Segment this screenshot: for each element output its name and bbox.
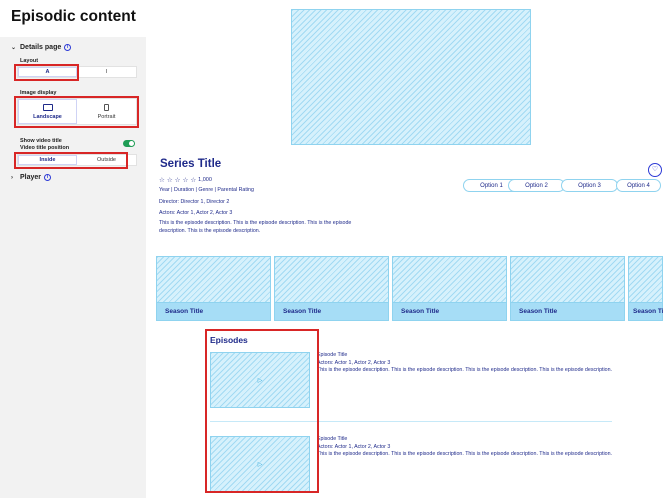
rating-row: ☆ ☆ ☆ ☆ ☆ 1,000 bbox=[159, 176, 212, 184]
image-display-label: Image display bbox=[20, 90, 57, 96]
episodes-heading: Episodes bbox=[210, 335, 248, 345]
star-icon[interactable]: ☆ bbox=[159, 176, 165, 184]
layout-option-i[interactable]: I bbox=[77, 67, 136, 77]
episode-actors: Actors: Actor 1, Actor 2, Actor 3 bbox=[317, 359, 391, 366]
season-image-placeholder bbox=[510, 256, 625, 303]
landscape-label: Landscape bbox=[33, 113, 62, 120]
details-page-section[interactable]: ⌄ Details page i bbox=[11, 44, 72, 51]
episode-divider bbox=[210, 421, 612, 422]
landscape-icon bbox=[42, 103, 53, 111]
star-icon[interactable]: ☆ bbox=[190, 176, 196, 184]
play-icon: ▷ bbox=[257, 377, 263, 384]
settings-sidebar: Episodic content ⌄ Details page i Layout… bbox=[0, 0, 146, 498]
option-2-button[interactable]: Option 2 bbox=[508, 179, 565, 192]
info-icon[interactable]: i bbox=[44, 174, 52, 181]
season-image-placeholder bbox=[628, 256, 663, 303]
image-display-segmented-control: Landscape Portrait bbox=[17, 98, 137, 125]
episode-thumbnail[interactable]: ▷ bbox=[210, 436, 310, 492]
layout-option-a[interactable]: A bbox=[18, 67, 77, 77]
series-title: Series Title bbox=[160, 158, 222, 170]
season-title: Season Title bbox=[274, 303, 389, 321]
layout-label: Layout bbox=[20, 58, 39, 64]
info-icon[interactable]: i bbox=[64, 44, 72, 51]
player-label: Player bbox=[20, 174, 42, 181]
chevron-right-icon: › bbox=[11, 174, 13, 181]
episode-description: This is the episode description. This is… bbox=[317, 451, 613, 458]
season-card[interactable]: Season Title bbox=[392, 256, 507, 321]
player-section[interactable]: › Player i bbox=[11, 174, 52, 181]
image-display-option-portrait[interactable]: Portrait bbox=[77, 99, 136, 124]
season-card[interactable]: Season Title bbox=[510, 256, 625, 321]
season-card[interactable]: Season Title bbox=[274, 256, 389, 321]
season-card[interactable]: Season Title bbox=[156, 256, 271, 321]
episode-title[interactable]: Episode Title bbox=[317, 352, 617, 360]
season-title: Season Title bbox=[156, 303, 271, 321]
episode-description: This is the episode description. This is… bbox=[317, 367, 613, 374]
play-icon: ▷ bbox=[257, 461, 263, 468]
hero-image-placeholder bbox=[291, 9, 531, 145]
sidebar-title: Episodic content bbox=[11, 8, 136, 25]
star-icon[interactable]: ☆ bbox=[175, 176, 181, 184]
season-image-placeholder bbox=[392, 256, 507, 303]
season-title: Season Title bbox=[510, 303, 625, 321]
show-video-title-toggle[interactable] bbox=[123, 140, 135, 147]
episode-thumbnail[interactable]: ▷ bbox=[210, 352, 310, 408]
portrait-icon bbox=[104, 103, 109, 111]
portrait-label: Portrait bbox=[97, 113, 116, 120]
star-icon[interactable]: ☆ bbox=[167, 176, 173, 184]
season-image-placeholder bbox=[156, 256, 271, 303]
episode-actors: Actors: Actor 1, Actor 2, Actor 3 bbox=[317, 443, 391, 450]
star-icon[interactable]: ☆ bbox=[182, 176, 188, 184]
sidebar-header: Episodic content bbox=[0, 0, 146, 37]
episode-details: Episode Title Actors: Actor 1, Actor 2, … bbox=[317, 436, 617, 459]
director-line: Director: Director 1, Director 2 bbox=[159, 199, 230, 205]
layout-segmented-control: A I bbox=[17, 66, 137, 78]
video-title-position-segmented-control: Inside Outside bbox=[17, 154, 137, 166]
option-3-button[interactable]: Option 3 bbox=[561, 179, 618, 192]
option-4-button[interactable]: Option 4 bbox=[616, 179, 661, 192]
heart-icon[interactable]: ♡ bbox=[648, 163, 662, 177]
video-title-position-label: Video title position bbox=[20, 145, 70, 151]
rating-count: 1,000 bbox=[198, 177, 212, 183]
series-description: This is the episode description. This is… bbox=[159, 220, 352, 234]
season-title: Season Title bbox=[628, 303, 663, 321]
video-title-position-option-outside[interactable]: Outside bbox=[77, 155, 136, 165]
image-display-option-landscape[interactable]: Landscape bbox=[18, 99, 77, 124]
details-page-label: Details page bbox=[20, 44, 62, 51]
episode-details: Episode Title Actors: Actor 1, Actor 2, … bbox=[317, 352, 617, 375]
episode-title[interactable]: Episode Title bbox=[317, 436, 617, 444]
season-title: Season Title bbox=[392, 303, 507, 321]
video-title-position-option-inside[interactable]: Inside bbox=[18, 155, 77, 165]
chevron-down-icon: ⌄ bbox=[11, 45, 17, 51]
show-video-title-label: Show video title bbox=[20, 138, 62, 144]
season-card[interactable]: Season Title bbox=[628, 256, 663, 321]
meta-line: Year | Duration | Genre | Parental Ratin… bbox=[159, 187, 254, 193]
season-image-placeholder bbox=[274, 256, 389, 303]
actors-line: Actors: Actor 1, Actor 2, Actor 3 bbox=[159, 210, 233, 216]
